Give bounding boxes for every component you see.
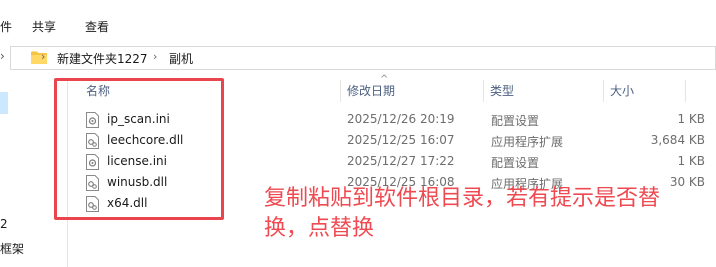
address-bar[interactable]: › 新建文件夹1227 › 副机 [10,46,716,70]
file-size: 3,684 KB [650,133,705,147]
breadcrumb-item[interactable]: 新建文件夹1227 [57,50,148,67]
file-size: 1 KB [677,154,705,168]
highlight-box [54,78,224,220]
column-header-modified[interactable]: 修改日期 [347,82,395,99]
column-divider[interactable] [483,80,484,102]
chevron-right-icon[interactable]: › [41,50,45,63]
column-divider[interactable] [603,80,604,102]
file-modified: 2025/12/26 20:19 [347,112,455,126]
tab-share[interactable]: 共享 [32,18,56,35]
tab-view[interactable]: 查看 [85,18,109,35]
nav-selected-item[interactable] [0,92,8,114]
column-header-size[interactable]: 大小 [610,82,634,99]
annotation-text: 复制粘贴到软件根目录，若有提示是否替 换，点替换 [264,184,714,244]
chevron-right-icon[interactable]: › [153,50,157,63]
tab-file[interactable]: 件 [0,18,12,35]
chevron-right-icon[interactable]: › [0,49,5,63]
file-type: 配置设置 [491,114,540,128]
column-header-type[interactable]: 类型 [490,82,514,99]
ribbon: 件 共享 查看 [0,0,716,40]
nav-item[interactable]: 2 [0,217,8,231]
annotation-line: 换，点替换 [264,216,375,241]
column-divider[interactable] [685,80,686,102]
file-modified: 2025/12/25 16:07 [347,133,455,147]
file-size: 1 KB [677,112,705,126]
file-modified: 2025/12/27 17:22 [347,154,455,168]
file-type: 配置设置 [491,156,540,170]
breadcrumb-item[interactable]: 副机 [169,50,193,67]
address-bar-row: › › 新建文件夹1227 › 副机 [0,44,716,72]
nav-item[interactable]: 框架 [0,240,24,257]
column-divider[interactable] [340,80,341,102]
file-type: 应用程序扩展 [491,135,564,149]
annotation-line: 复制粘贴到软件根目录，若有提示是否替 [264,186,661,211]
